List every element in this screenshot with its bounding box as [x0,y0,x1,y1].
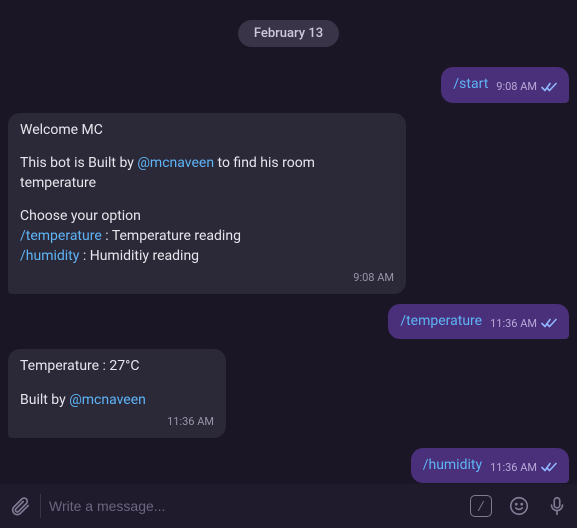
text-line: This bot is Built by @mcnaveen to find h… [20,154,394,193]
message-row-outgoing: /humidity 11:36 AM [8,448,569,484]
message-bubble[interactable]: /humidity 11:36 AM [411,448,569,484]
double-check-icon [541,81,557,93]
text-line: Welcome MC [20,121,394,141]
message-bubble[interactable]: /start 9:08 AM [441,67,569,103]
message-input-bar: / [0,484,577,528]
message-meta: 11:36 AM [490,460,557,475]
message-row-outgoing: /temperature 11:36 AM [8,304,569,340]
emoji-icon[interactable] [507,494,531,518]
message-bubble[interactable]: Welcome MC This bot is Built by @mcnavee… [8,113,406,294]
message-meta: 11:36 AM [167,414,214,429]
text-fragment: Built by [20,392,69,408]
message-meta: 9:08 AM [353,270,394,285]
message-input[interactable] [49,498,461,514]
microphone-icon[interactable] [545,494,569,518]
input-actions: / [469,494,569,518]
message-time: 9:08 AM [496,79,537,94]
attach-icon[interactable] [8,494,32,518]
date-divider: February 13 [8,20,569,47]
date-pill: February 13 [238,20,339,47]
mention-link[interactable]: @mcnaveen [69,392,146,408]
double-check-icon [541,461,557,473]
command-link[interactable]: /start [453,76,488,92]
command-link[interactable]: /temperature [400,313,482,329]
text-fragment: This bot is Built by [20,155,137,171]
message-time: 9:08 AM [353,270,394,285]
commands-icon[interactable]: / [469,494,493,518]
message-bubble[interactable]: Temperature : 27°C Built by @mcnaveen 11… [8,349,226,438]
text-line: /temperature : Temperature reading [20,227,394,247]
text-line: Temperature : 27°C [20,357,214,377]
text-fragment: : Humiditiy reading [79,248,199,264]
chat-scroll-area[interactable]: February 13 /start 9:08 AM Welcome MC Th… [0,0,577,484]
double-check-icon [541,317,557,329]
message-time: 11:36 AM [490,460,537,475]
text-fragment: : Temperature reading [102,228,241,244]
message-row-incoming: Welcome MC This bot is Built by @mcnavee… [8,113,569,294]
divider [40,494,41,518]
message-time: 11:36 AM [167,414,214,429]
message-meta: 11:36 AM [490,316,557,331]
message-row-incoming: Temperature : 27°C Built by @mcnaveen 11… [8,349,569,438]
text-line: Choose your option [20,207,394,227]
message-time: 11:36 AM [490,316,537,331]
text-line: /humidity : Humiditiy reading [20,247,394,267]
message-meta: 9:08 AM [496,79,557,94]
command-link[interactable]: /humidity [423,457,482,473]
message-bubble[interactable]: /temperature 11:36 AM [388,304,569,340]
text-line: Built by @mcnaveen [20,391,214,411]
message-row-outgoing: /start 9:08 AM [8,67,569,103]
command-link[interactable]: /humidity [20,248,79,264]
mention-link[interactable]: @mcnaveen [137,155,214,171]
command-link[interactable]: /temperature [20,228,102,244]
